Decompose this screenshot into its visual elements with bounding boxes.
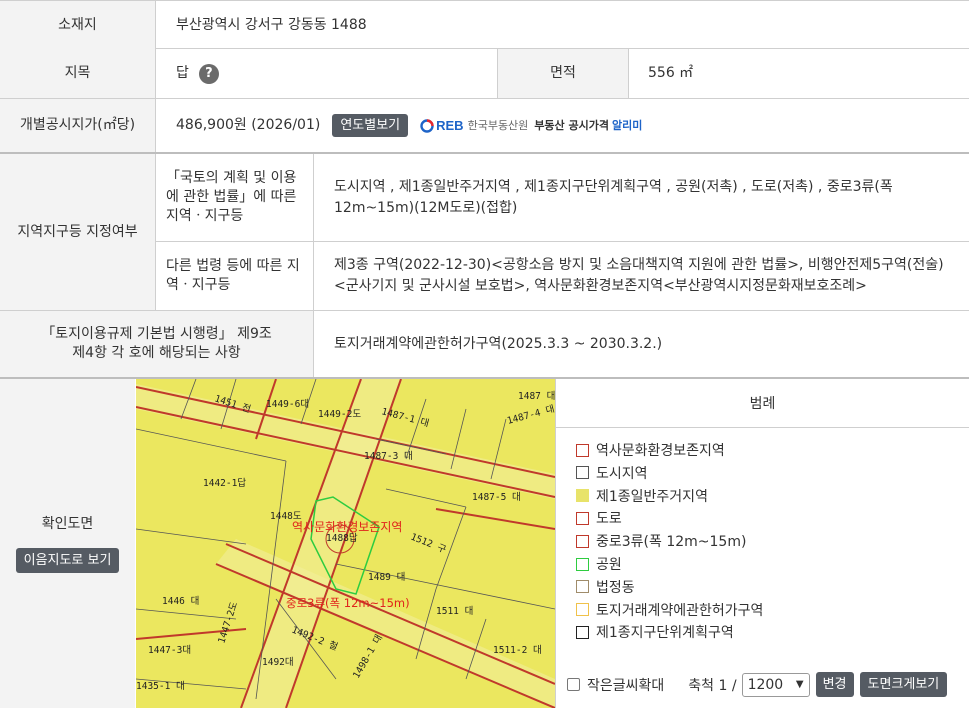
zone-label: 지역지구등 지정여부: [0, 154, 155, 310]
map-label-1487-3: 1487-3 대: [364, 451, 413, 462]
legend-swatch: [576, 489, 589, 503]
legend-item: 중로3류(폭 12m~15m): [576, 531, 746, 551]
price-value: 486,900원 (2026/01): [176, 117, 321, 133]
legend-label: 토지거래계약에관한허가구역: [596, 602, 764, 619]
legend-label: 제1종일반주거지역: [596, 488, 708, 505]
map-label-1446: 1446 대: [162, 596, 199, 607]
legend-item: 공원: [576, 554, 622, 574]
legend-swatch: [576, 466, 589, 480]
reb-service-name: 부동산 공시가격: [534, 119, 609, 132]
zone-sub1-value: 도시지역 , 제1종일반주거지역 , 제1종지구단위계획구역 , 공원(저촉) …: [334, 178, 893, 216]
reb-logo-icon: [420, 118, 434, 133]
map-label-1435-1: 1435-1 대: [136, 681, 185, 692]
reb-service-accent: 알리미: [611, 119, 643, 132]
row-zone: 지역지구등 지정여부 「국토의 계획 및 이용 에 관한 법률」에 따른 지역ㆍ…: [0, 154, 969, 311]
legend-label: 역사문화환경보존지역: [596, 443, 725, 459]
legend-item: 법정동: [576, 577, 635, 597]
regulation-label: 「토지이용규제 기본법 시행령」 제9조 제4항 각 호에 해당되는 사항: [0, 311, 313, 377]
reb-logo-mark: REB: [436, 118, 464, 133]
small-text-label: 작은글씨확대: [587, 677, 665, 694]
legend-label: 법정동: [596, 579, 635, 596]
legend-item: 제1종지구단위계획구역: [576, 622, 734, 642]
legend-swatch: [576, 580, 589, 594]
map-label-1487-5: 1487-5 대: [472, 492, 521, 503]
area-value: 556 ㎡: [648, 65, 694, 81]
zone-sub1-label: 「국토의 계획 및 이용 에 관한 법률」에 따른 지역ㆍ지구등: [156, 154, 313, 241]
map-label-1447-3: 1447-3대: [148, 645, 191, 656]
legend-label: 공원: [596, 557, 622, 573]
regulation-value: 토지거래계약에관한허가구역(2025.3.3 ~ 2030.3.2.): [334, 335, 663, 352]
scale-label: 축척 1 /: [688, 677, 737, 694]
scale-value: 1200: [747, 676, 784, 693]
map-label-1449-6: 1449-6대: [266, 399, 309, 410]
legend-item: 역사문화환경보존지역: [576, 440, 725, 460]
zone-sub2: 다른 법령 등에 따른 지역ㆍ지구등 제3종 구역(2022-12-30)<공항…: [156, 242, 969, 310]
small-text-checkbox[interactable]: [567, 678, 580, 691]
map-label-1492: 1492대: [262, 657, 294, 668]
reb-alimi-link[interactable]: REB 한국부동산원 부동산 공시가격 알리미: [420, 115, 642, 136]
land-category-cell: 답 ?: [176, 49, 219, 98]
legend-item: 도시지역: [576, 463, 648, 483]
cadastral-map-svg: 1451 전 1449-6대 1449-2도 1487-1 대 1487 대 1…: [136, 379, 555, 708]
legend-title: 범례: [556, 379, 969, 428]
legend-label: 제1종지구단위계획구역: [596, 625, 734, 642]
legend-item: 도로: [576, 508, 622, 528]
map-label-cell: 확인도면 이음지도로 보기: [0, 379, 135, 708]
map-label-1511-2: 1511-2 대: [493, 645, 542, 656]
map-label-1511: 1511 대: [436, 606, 473, 617]
row-regulation: 「토지이용규제 기본법 시행령」 제9조 제4항 각 호에 해당되는 사항 토지…: [0, 311, 969, 379]
enlarge-map-button[interactable]: 도면크게보기: [859, 672, 948, 697]
map-label-1442-1: 1442-1답: [203, 477, 246, 489]
zone-sub2-value: 제3종 구역(2022-12-30)<공항소음 방지 및 소음대책지역 지원에 …: [334, 257, 944, 294]
legend-swatch: [576, 511, 589, 525]
yearly-view-button[interactable]: 연도별보기: [332, 114, 409, 137]
row-price: 개별공시지가(㎡당) 486,900원 (2026/01) 연도별보기 REB …: [0, 99, 969, 154]
location-value: 부산광역시 강서구 강동동 1488: [176, 16, 367, 33]
land-use-info-table: 소재지 부산광역시 강서구 강동동 1488 지목 답 ? 면적 556 ㎡ 개…: [0, 0, 969, 708]
map-controls: 작은글씨확대 축척 1 / 1200 ▼ 변경 도면크게보기: [556, 661, 969, 708]
map-label-1449-2: 1449-2도: [318, 409, 361, 420]
legend-item: 제1종일반주거지역: [576, 486, 708, 506]
scale-change-button[interactable]: 변경: [815, 672, 854, 697]
chevron-down-icon: ▼: [795, 679, 804, 690]
legend-item: 토지거래계약에관한허가구역: [576, 600, 763, 620]
price-label: 개별공시지가(㎡당): [0, 99, 155, 152]
help-icon[interactable]: ?: [198, 63, 219, 84]
location-label: 소재지: [0, 1, 155, 49]
area-label: 면적: [498, 49, 628, 98]
map-label-1489: 1489 대: [368, 572, 405, 583]
legend-panel: 범례 역사문화환경보존지역도시지역제1종일반주거지역도로중로3류(폭 12m~1…: [556, 379, 969, 708]
land-category-value: 답: [176, 65, 189, 81]
row-location: 소재지 부산광역시 강서구 강동동 1488: [0, 0, 969, 49]
row-category-area: 지목 답 ? 면적 556 ㎡: [0, 49, 969, 99]
map-overlay-road: 중로3류(폭 12m~15m): [286, 596, 410, 610]
map-label-1487: 1487 대: [518, 391, 555, 402]
legend-swatch: [576, 534, 589, 548]
map-label: 확인도면: [41, 515, 94, 532]
legend-label: 도시지역: [596, 465, 648, 482]
legend-swatch: [576, 603, 589, 617]
eum-map-button[interactable]: 이음지도로 보기: [15, 547, 120, 573]
zone-sub2-label: 다른 법령 등에 따른 지역ㆍ지구등: [156, 242, 313, 310]
zone-sub1: 「국토의 계획 및 이용 에 관한 법률」에 따른 지역ㆍ지구등 도시지역 , …: [156, 154, 969, 242]
land-category-label: 지목: [0, 49, 155, 98]
cadastral-map[interactable]: 1451 전 1449-6대 1449-2도 1487-1 대 1487 대 1…: [136, 379, 555, 708]
legend-label: 중로3류(폭 12m~15m): [596, 534, 747, 551]
reb-org-name: 한국부동산원: [467, 119, 529, 132]
legend-swatch: [576, 557, 589, 571]
row-map: 확인도면 이음지도로 보기 1451 전 1449-6대 1449-2도 148…: [0, 379, 969, 708]
legend-label: 도로: [596, 511, 622, 528]
scale-select[interactable]: 1200 ▼: [741, 672, 810, 697]
map-overlay-history: 역사문화환경보존지역: [292, 520, 402, 534]
legend-swatch: [576, 443, 589, 457]
price-cell: 486,900원 (2026/01) 연도별보기 REB 한국부동산원 부동산 …: [176, 99, 642, 152]
legend-swatch: [576, 625, 589, 639]
